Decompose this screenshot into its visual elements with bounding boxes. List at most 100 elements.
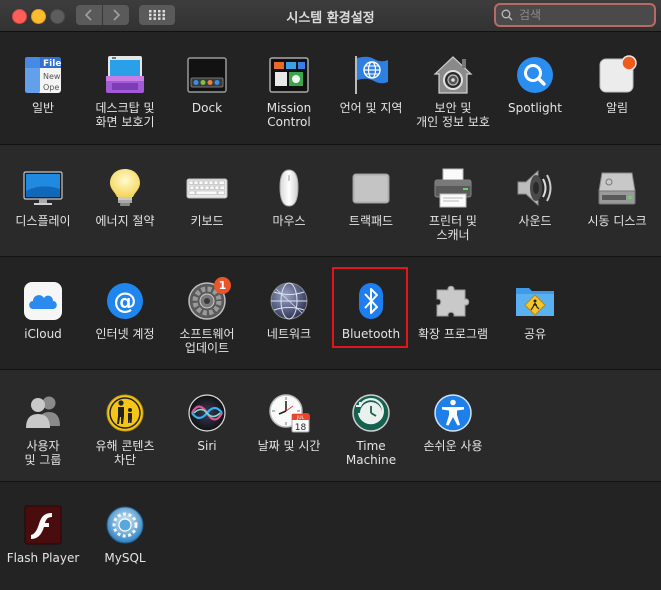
title-bar: 시스템 환경설정 xyxy=(0,0,661,32)
svg-text:Ope: Ope xyxy=(43,83,59,92)
pane-time-machine[interactable]: Time Machine xyxy=(330,392,412,467)
search-input[interactable] xyxy=(517,7,651,23)
pane-label: 언어 및 지역 xyxy=(339,101,403,115)
svg-text:New: New xyxy=(43,72,61,81)
svg-text:18: 18 xyxy=(295,423,307,433)
pane-accessibility[interactable]: 손쉬운 사용 xyxy=(412,392,494,453)
pane-printers-scanners[interactable]: 프린터 및 스캐너 xyxy=(412,167,494,242)
back-button[interactable] xyxy=(76,5,102,25)
general-icon: File New Ope xyxy=(22,54,64,96)
forward-button[interactable] xyxy=(103,5,129,25)
pane-label: Time Machine xyxy=(345,439,397,467)
monitor-icon xyxy=(22,167,64,209)
pane-network[interactable]: 네트워크 xyxy=(248,280,330,341)
chevron-left-icon xyxy=(84,9,92,21)
svg-text:@: @ xyxy=(114,289,137,315)
pane-software-update[interactable]: 1 소프트웨어 업데이트 xyxy=(166,277,248,355)
pane-label: 데스크탑 및 화면 보호기 xyxy=(95,101,155,129)
pane-energy-saver[interactable]: 에너지 절약 xyxy=(84,167,166,228)
pane-label: Siri xyxy=(197,439,217,453)
pane-extensions[interactable]: 확장 프로그램 xyxy=(412,280,494,341)
pane-label: iCloud xyxy=(24,327,62,341)
search-icon xyxy=(501,9,513,21)
pane-label: 트랙패드 xyxy=(348,214,394,228)
cloud-icon xyxy=(22,280,64,322)
pane-notifications[interactable]: 알림 xyxy=(576,54,658,115)
pane-trackpad[interactable]: 트랙패드 xyxy=(330,167,412,228)
pane-label: 인터넷 계정 xyxy=(95,327,155,341)
magnifier-icon xyxy=(514,54,556,96)
time-machine-icon xyxy=(350,392,392,434)
pane-label: 시동 디스크 xyxy=(587,214,647,228)
pane-label: 키보드 xyxy=(190,214,224,228)
system-preferences-window: 시스템 환경설정 File New Ope 일반 xyxy=(0,0,661,590)
folder-sharing-icon xyxy=(514,280,556,322)
siri-icon xyxy=(186,392,228,434)
close-window-button[interactable] xyxy=(12,9,27,24)
house-lock-icon xyxy=(432,54,474,96)
pane-label: 알림 xyxy=(605,101,629,115)
pane-label: 디스플레이 xyxy=(15,214,71,228)
pane-label: Flash Player xyxy=(6,551,80,565)
pane-mysql[interactable]: MySQL xyxy=(84,504,166,565)
flash-icon xyxy=(22,504,64,546)
pane-label: 프린터 및 스캐너 xyxy=(429,214,477,242)
pane-flash-player[interactable]: Flash Player xyxy=(2,504,84,565)
dock-icon xyxy=(186,54,228,96)
mysql-icon xyxy=(104,504,146,546)
chevron-right-icon xyxy=(113,9,121,21)
pane-displays[interactable]: 디스플레이 xyxy=(2,167,84,228)
pane-language-region[interactable]: 언어 및 지역 xyxy=(330,54,412,115)
puzzle-icon xyxy=(432,280,474,322)
grid-icon xyxy=(149,10,165,20)
pane-siri[interactable]: Siri xyxy=(166,392,248,453)
pane-security-privacy[interactable]: 보안 및 개인 정보 보호 xyxy=(412,54,494,129)
gear-icon: 1 xyxy=(186,277,231,322)
pane-label: 유해 콘텐츠 차단 xyxy=(95,439,155,467)
pane-label: 에너지 절약 xyxy=(95,214,155,228)
mission-control-icon xyxy=(268,54,310,96)
minimize-window-button[interactable] xyxy=(31,9,46,24)
zoom-window-button[interactable] xyxy=(50,9,65,24)
at-sign-icon: @ xyxy=(104,280,146,322)
pane-date-time[interactable]: JUL 18 날짜 및 시간 xyxy=(248,392,330,453)
pane-bluetooth[interactable]: Bluetooth xyxy=(330,280,412,341)
pane-keyboard[interactable]: 키보드 xyxy=(166,167,248,228)
notifications-icon xyxy=(596,54,638,96)
pane-label: 날짜 및 시간 xyxy=(257,439,321,453)
parental-controls-icon xyxy=(104,392,146,434)
pane-mouse[interactable]: 마우스 xyxy=(248,167,330,228)
pane-label: 사용자 및 그룹 xyxy=(24,439,62,467)
pane-spotlight[interactable]: Spotlight xyxy=(494,54,576,115)
pane-sound[interactable]: 사운드 xyxy=(494,167,576,228)
pane-label: 소프트웨어 업데이트 xyxy=(179,327,235,355)
keyboard-icon xyxy=(186,167,228,209)
desktop-icon xyxy=(104,54,146,96)
update-count-badge: 1 xyxy=(214,277,231,294)
bluetooth-icon xyxy=(350,280,392,322)
pane-label: 사운드 xyxy=(518,214,552,228)
pane-internet-accounts[interactable]: @ 인터넷 계정 xyxy=(84,280,166,341)
speaker-icon xyxy=(514,167,556,209)
pane-parental-controls[interactable]: 유해 콘텐츠 차단 xyxy=(84,392,166,467)
hard-disk-icon xyxy=(596,167,638,209)
pane-sharing[interactable]: 공유 xyxy=(494,280,576,341)
pane-dock[interactable]: Dock xyxy=(166,54,248,115)
mouse-icon xyxy=(268,167,310,209)
pane-general[interactable]: File New Ope 일반 xyxy=(2,54,84,115)
svg-text:JUL: JUL xyxy=(296,415,305,421)
pane-label: 손쉬운 사용 xyxy=(423,439,483,453)
printer-icon xyxy=(432,167,474,209)
pane-label: 공유 xyxy=(523,327,547,341)
pane-icloud[interactable]: iCloud xyxy=(2,280,84,341)
pane-desktop-screensaver[interactable]: 데스크탑 및 화면 보호기 xyxy=(84,54,166,129)
users-icon xyxy=(22,392,64,434)
pane-label: 마우스 xyxy=(272,214,306,228)
lightbulb-icon xyxy=(104,167,146,209)
search-field[interactable] xyxy=(494,3,656,27)
pane-startup-disk[interactable]: 시동 디스크 xyxy=(576,167,658,228)
pane-mission-control[interactable]: Mission Control xyxy=(248,54,330,129)
pane-users-groups[interactable]: 사용자 및 그룹 xyxy=(2,392,84,467)
show-all-button[interactable] xyxy=(139,5,175,25)
svg-text:File: File xyxy=(43,59,61,69)
